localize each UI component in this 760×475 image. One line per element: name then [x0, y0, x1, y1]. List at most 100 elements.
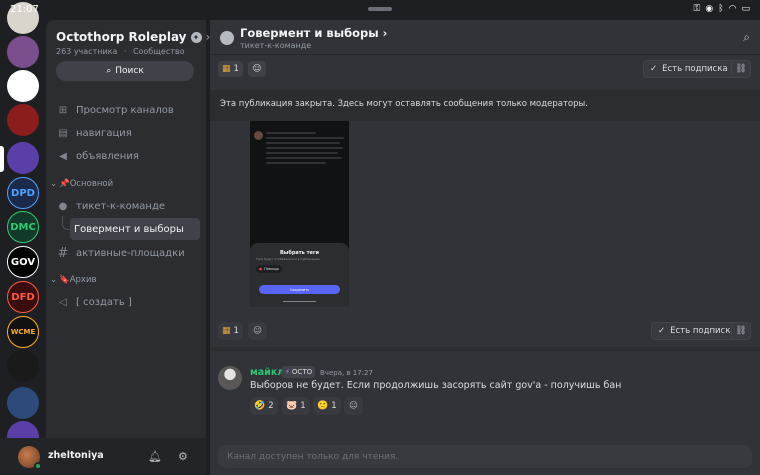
battery-icon: ▭ [741, 4, 750, 14]
sheet-chip-label: Помощь [264, 267, 279, 271]
server-tag-badge[interactable]: ⚡ OCTO [282, 366, 316, 378]
sheet-tag-chip: ● Помощь [256, 265, 282, 273]
eye-icon: ◉ [705, 4, 714, 14]
server-icon[interactable]: DPD [7, 177, 39, 209]
header-divider [210, 54, 760, 55]
add-reaction-button[interactable]: ☺ [248, 61, 266, 77]
copy-link-button[interactable]: ⛓ [731, 322, 751, 340]
server-icon[interactable] [7, 387, 39, 419]
tag-picker-sheet: Выбрать теги Теги будут отображаться в п… [250, 243, 349, 307]
channel-active-venues[interactable]: # активные-площадки [56, 242, 200, 264]
user-avatar[interactable] [18, 446, 42, 470]
composer-placeholder: Канал доступен только для чтения. [227, 451, 399, 462]
category-archive[interactable]: ⌄ 🔖Архив [50, 275, 96, 285]
server-icon[interactable]: GOV [7, 246, 39, 278]
megaphone-icon: ◀ [59, 150, 67, 162]
emoji-icon: ☺ [253, 326, 262, 336]
server-name-text: Octothorp Roleplay [56, 30, 187, 44]
pig-emoji-icon: 🐷 [286, 401, 298, 411]
post-parent-channel: тикет-к-команде [240, 41, 312, 50]
bluetooth-icon: ᛒ [718, 4, 724, 14]
gear-icon[interactable]: ⚙ [178, 450, 188, 463]
follow-label: Есть подписка [670, 326, 736, 336]
channel-label: Просмотр каналов [76, 104, 174, 116]
server-icon[interactable]: WCME [7, 316, 39, 348]
lightning-icon: ⚡ [285, 368, 290, 376]
server-rail: DPD DMC GOV DFD WCME [0, 0, 46, 475]
message-author-avatar[interactable] [218, 366, 242, 390]
selected-server-indicator [0, 146, 4, 172]
channel-label: Говермент и выборы [74, 223, 184, 235]
key-icon: ⚿ [693, 4, 701, 14]
wifi-icon: ◠ [728, 4, 737, 14]
add-reaction-button[interactable]: ☺ [344, 397, 363, 415]
message-reaction[interactable]: 🤣 2 [250, 397, 278, 415]
dot-icon: ● [259, 267, 263, 271]
post-title-text: Говермент и выборы [240, 26, 379, 40]
online-status-icon [34, 462, 42, 470]
reaction-count: 1 [331, 401, 337, 411]
status-bar: 21:07 ⚿ ◉ ᛒ ◠ ▭ [0, 0, 760, 18]
channel-browse[interactable]: ⊞ Просмотр каналов [56, 99, 200, 121]
status-icons: ⚿ ◉ ᛒ ◠ ▭ [694, 4, 751, 14]
server-tag-label: OCTO [291, 368, 313, 376]
message-reaction[interactable]: 🙁 1 [313, 397, 341, 415]
category-main[interactable]: ⌄ 📌Основной [50, 179, 113, 189]
channel-label: тикет-к-команде [76, 200, 166, 212]
search-button[interactable]: ⌕ Поиск [56, 61, 194, 81]
thread-government-elections[interactable]: Говермент и выборы [70, 218, 200, 240]
channel-ticket[interactable]: ● тикет-к-команде [56, 195, 200, 217]
server-name[interactable]: Octothorp Roleplay ✦ › [56, 30, 210, 44]
tag-emoji-icon: ▦ [222, 64, 231, 74]
tag-emoji-icon: ▦ [222, 326, 231, 336]
drag-pill [368, 7, 392, 11]
server-icon[interactable] [7, 142, 39, 174]
message-reaction[interactable]: 🐷 1 [282, 397, 310, 415]
forum-list-icon: ▤ [58, 127, 68, 139]
message-author[interactable]: майкл [250, 367, 284, 378]
community-badge-icon: ✦ [190, 31, 202, 43]
reaction-chip[interactable]: ▦ 1 [218, 61, 243, 77]
server-meta: 263 участника · Сообщество [56, 47, 185, 56]
message-content: Выборов не будет. Если продолжишь засоря… [250, 380, 622, 391]
image-attachment[interactable]: Выбрать теги Теги будут отображаться в п… [250, 121, 349, 307]
reaction-count: 1 [233, 326, 239, 336]
channel-navigation[interactable]: ▤ навигация [56, 122, 200, 144]
server-icon[interactable] [7, 104, 39, 136]
community-label: Сообщество [133, 47, 185, 56]
follow-button[interactable]: ✓ Есть подписка [651, 322, 743, 340]
attachment-avatar [254, 131, 263, 140]
browse-icon: ⊞ [58, 104, 68, 116]
server-icon[interactable] [7, 350, 39, 382]
home-indicator [283, 301, 316, 302]
category-label: 🔖Архив [59, 275, 97, 285]
channel-announcements[interactable]: ◀ объявления [56, 145, 200, 167]
post-title[interactable]: Говермент и выборы › [240, 26, 387, 40]
rofl-emoji-icon: 🤣 [254, 401, 266, 411]
copy-link-button[interactable]: ⛓ [731, 60, 751, 78]
sheet-save-button: Сохранить [259, 285, 340, 294]
server-icon[interactable] [7, 36, 39, 68]
username: zheltoniya [48, 450, 104, 461]
search-icon: ⌕ [106, 66, 112, 76]
channel-create-voice[interactable]: ◁ [ создать ] [56, 291, 200, 313]
forum-post-icon [220, 31, 234, 45]
emoji-icon: ☺ [349, 401, 358, 411]
channel-label: [ создать ] [76, 296, 132, 308]
server-icon[interactable]: DFD [7, 281, 39, 313]
server-icon[interactable]: DMC [7, 211, 39, 243]
search-icon[interactable]: ⌕ [743, 30, 750, 45]
speaker-icon: ◁ [59, 296, 67, 308]
checkmark-icon: ✓ [658, 326, 666, 336]
link-icon: ⛓ [735, 64, 747, 74]
reaction-chip[interactable]: ▦ 1 [218, 322, 243, 340]
bell-icon[interactable]: 🔔︎ [148, 450, 162, 463]
emoji-icon: ☺ [252, 64, 262, 74]
chevron-right-icon: › [382, 26, 388, 40]
server-icon[interactable] [7, 70, 39, 102]
search-label: Поиск [115, 66, 144, 76]
forum-icon: ● [58, 200, 68, 212]
add-reaction-button[interactable]: ☺ [248, 322, 267, 340]
user-panel: zheltoniya 🔔︎ ⚙ [0, 438, 206, 475]
follow-button[interactable]: ✓ Есть подписка [643, 60, 735, 78]
